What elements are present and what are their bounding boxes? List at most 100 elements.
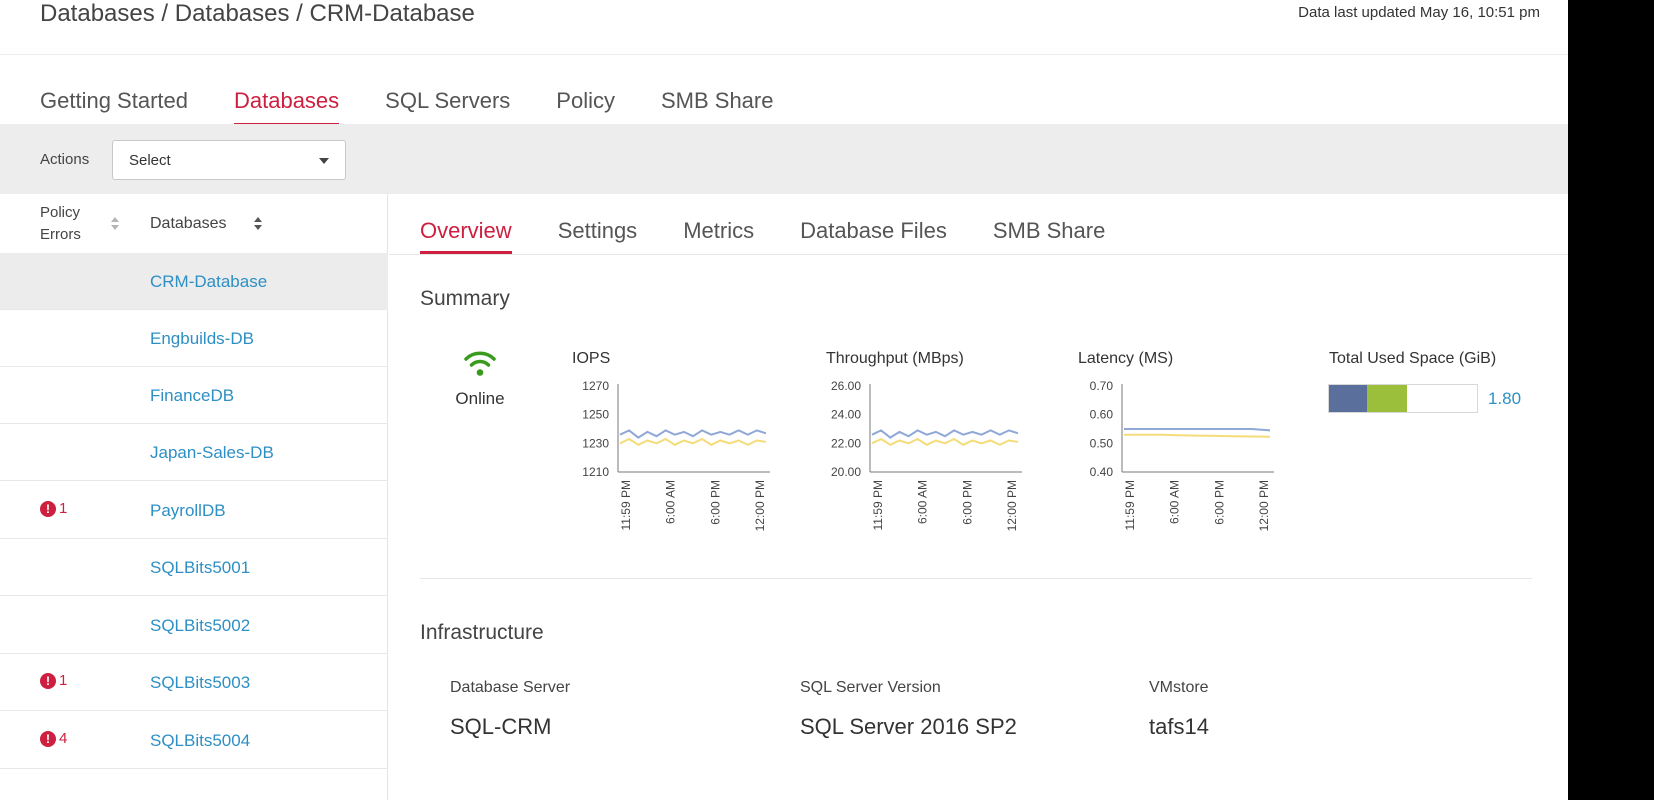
tab-getting-started[interactable]: Getting Started (40, 88, 188, 126)
chart-title: Latency (MS) (1078, 350, 1174, 367)
tab-database-files[interactable]: Database Files (800, 218, 947, 254)
database-name[interactable]: SQLBits5001 (150, 558, 250, 578)
policy-error-count: 1 (59, 672, 68, 689)
iops-chart: 1270 1250 1230 1210 11:59 PM 6:00 AM 6:00 PM 12… (582, 379, 770, 531)
tab-metrics[interactable]: Metrics (683, 218, 754, 254)
space-usage-bar (1328, 384, 1478, 413)
tab-overview[interactable]: Overview (420, 218, 512, 254)
column-header-policy-errors-line1: Policy (40, 204, 81, 221)
section-divider (420, 578, 1532, 579)
tab-sql-servers[interactable]: SQL Servers (385, 88, 510, 126)
column-header-databases[interactable]: Databases (150, 215, 227, 233)
y-tick-label: 26.00 (831, 379, 861, 393)
error-icon: ! (40, 500, 56, 517)
series-line-0 (1124, 428, 1271, 432)
y-tick-label: 24.00 (831, 408, 861, 422)
latency-metric: Latency (MS) (1078, 350, 1173, 368)
y-tick-label: 22.00 (831, 436, 861, 450)
tab-policy[interactable]: Policy (556, 88, 615, 126)
y-tick-label: 1230 (582, 436, 609, 450)
status-label: Online (455, 389, 505, 408)
wifi-icon (464, 351, 496, 376)
tab-databases[interactable]: Databases (233, 88, 340, 126)
throughput-metric: Throughput (MBps) (826, 350, 964, 368)
y-tick-label: 0.50 (1090, 436, 1114, 450)
policy-error-badge: ! 4 (40, 730, 67, 747)
breadcrumb: Databases / Databases / CRM-Database (40, 0, 475, 27)
database-server-value: SQL-CRM (450, 714, 552, 739)
database-name[interactable]: PayrollDB (150, 501, 226, 521)
database-name[interactable]: FinanceDB (150, 386, 234, 406)
policy-error-badge: ! 1 (40, 672, 67, 689)
policy-error-count: 1 (59, 500, 68, 517)
chevron-down-icon (319, 158, 329, 164)
iops-metric: IOPS (572, 350, 610, 368)
actions-select-value: Select (129, 152, 171, 169)
column-header-policy-errors[interactable]: Policy Errors (40, 202, 81, 246)
tab-smb-share[interactable]: SMB Share (661, 88, 774, 126)
x-tick-label: 6:00 AM (664, 480, 678, 524)
list-item-crm-database[interactable]: CRM-Database (0, 253, 388, 310)
policy-error-count: 4 (59, 730, 68, 747)
detail-tab-bar: Overview Settings Metrics Database Files… (420, 218, 1151, 254)
series-line-1 (871, 437, 1019, 446)
y-tick-label: 1210 (582, 465, 609, 479)
database-name[interactable]: CRM-Database (150, 272, 267, 292)
header-divider (0, 54, 1568, 55)
status-indicator: Online (450, 348, 510, 409)
actions-select[interactable]: Select (112, 140, 346, 180)
list-item-sqlbits5003[interactable]: ! 1 SQLBits5003 (0, 654, 388, 711)
list-header: Policy Errors Databases (0, 194, 387, 254)
chart-title: IOPS (572, 350, 611, 367)
tab-smb-share-detail[interactable]: SMB Share (993, 218, 1106, 254)
tab-settings[interactable]: Settings (558, 218, 638, 254)
x-tick-label: 6:00 AM (916, 480, 930, 524)
total-space-value[interactable]: 1.80 (1488, 389, 1521, 409)
x-tick-label: 11:59 PM (871, 480, 885, 530)
database-name[interactable]: SQLBits5003 (150, 673, 250, 693)
policy-error-badge: ! 1 (40, 500, 67, 517)
total-space-title: Total Used Space (GiB) (1329, 350, 1497, 367)
y-tick-label: 20.00 (831, 465, 861, 479)
database-name[interactable]: SQLBits5002 (150, 616, 250, 636)
y-tick-label: 0.60 (1090, 408, 1114, 422)
x-tick-label: 12:00 PM (1005, 480, 1019, 531)
list-item-sqlbits5001[interactable]: SQLBits5001 (0, 539, 388, 596)
latency-chart: 0.70 0.60 0.50 0.40 11:59 PM 6:00 AM 6:00 PM 12… (1090, 379, 1274, 531)
x-tick-label: 11:59 PM (1123, 480, 1137, 530)
total-space-metric: Total Used Space (GiB) (1329, 350, 1496, 368)
sort-icon[interactable] (110, 217, 120, 231)
infrastructure-title: Infrastructure (420, 621, 544, 644)
series-line-1 (619, 437, 767, 446)
last-updated-text: Data last updated May 16, 10:51 pm (1298, 4, 1540, 21)
list-item-engbuilds-db[interactable]: Engbuilds-DB (0, 310, 388, 367)
vmstore-value: tafs14 (1149, 714, 1209, 739)
tab-divider (389, 254, 1568, 255)
x-tick-label: 12:00 PM (1257, 480, 1271, 531)
column-header-policy-errors-line2: Errors (40, 226, 81, 243)
actions-label: Actions (40, 151, 90, 168)
list-item-japan-sales-db[interactable]: Japan-Sales-DB (0, 424, 388, 481)
x-tick-label: 6:00 PM (708, 480, 722, 525)
x-tick-label: 11:59 PM (619, 480, 633, 530)
list-item-financedb[interactable]: FinanceDB (0, 367, 388, 424)
list-item-sqlbits5004[interactable]: ! 4 SQLBits5004 (0, 712, 388, 769)
y-tick-label: 0.70 (1090, 379, 1114, 393)
x-tick-label: 12:00 PM (753, 480, 767, 531)
actions-bar: Actions Select (0, 124, 1568, 194)
list-item-sqlbits5002[interactable]: SQLBits5002 (0, 597, 388, 654)
list-item-payrolldb[interactable]: ! 1 PayrollDB (0, 482, 388, 539)
y-tick-label: 1250 (582, 408, 609, 422)
database-name[interactable]: Engbuilds-DB (150, 329, 254, 349)
database-list: Policy Errors Databases CRM-Database Eng… (0, 194, 388, 800)
chart-title: Throughput (MBps) (826, 350, 964, 367)
database-name[interactable]: Japan-Sales-DB (150, 443, 274, 463)
series-line-1 (1124, 433, 1271, 438)
vmstore-label: VMstore (1149, 679, 1209, 696)
sort-icon[interactable] (253, 217, 263, 231)
series-line-0 (871, 429, 1019, 439)
top-tab-bar: Getting Started Databases SQL Servers Po… (40, 88, 819, 126)
space-segment (1367, 385, 1407, 412)
x-tick-label: 6:00 AM (1168, 480, 1182, 524)
database-name[interactable]: SQLBits5004 (150, 731, 250, 751)
